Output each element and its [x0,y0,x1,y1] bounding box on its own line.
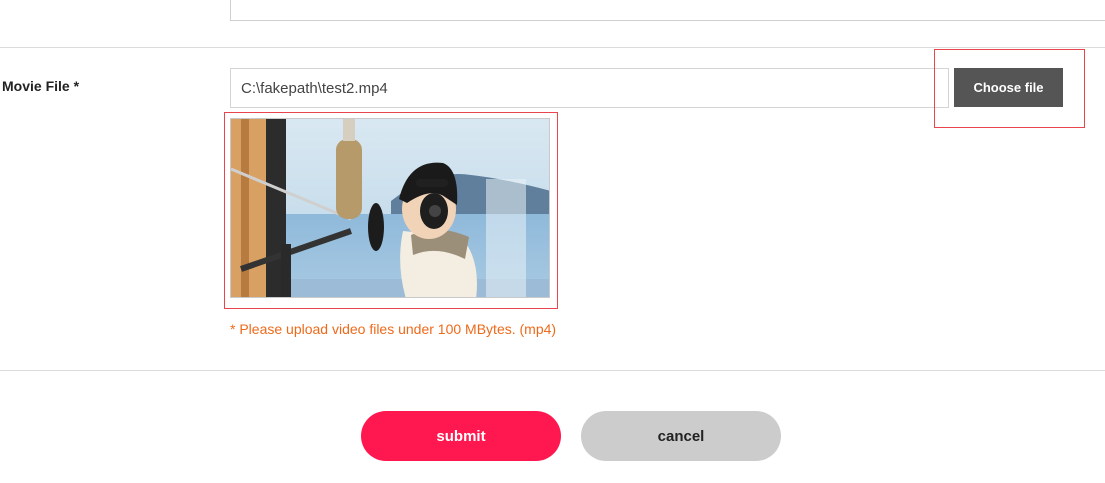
cancel-button[interactable]: cancel [581,411,781,461]
section-divider [0,370,1105,371]
choose-file-button[interactable]: Choose file [954,68,1063,107]
video-preview-thumbnail [230,118,550,298]
movie-file-path-field[interactable]: C:\fakepath\test2.mp4 [230,68,949,108]
submit-button[interactable]: submit [361,411,561,461]
movie-file-label: Movie File * [2,78,80,94]
previous-input-field[interactable] [230,0,1105,21]
upload-hint-text: * Please upload video files under 100 MB… [230,321,557,337]
section-divider [0,47,1105,48]
